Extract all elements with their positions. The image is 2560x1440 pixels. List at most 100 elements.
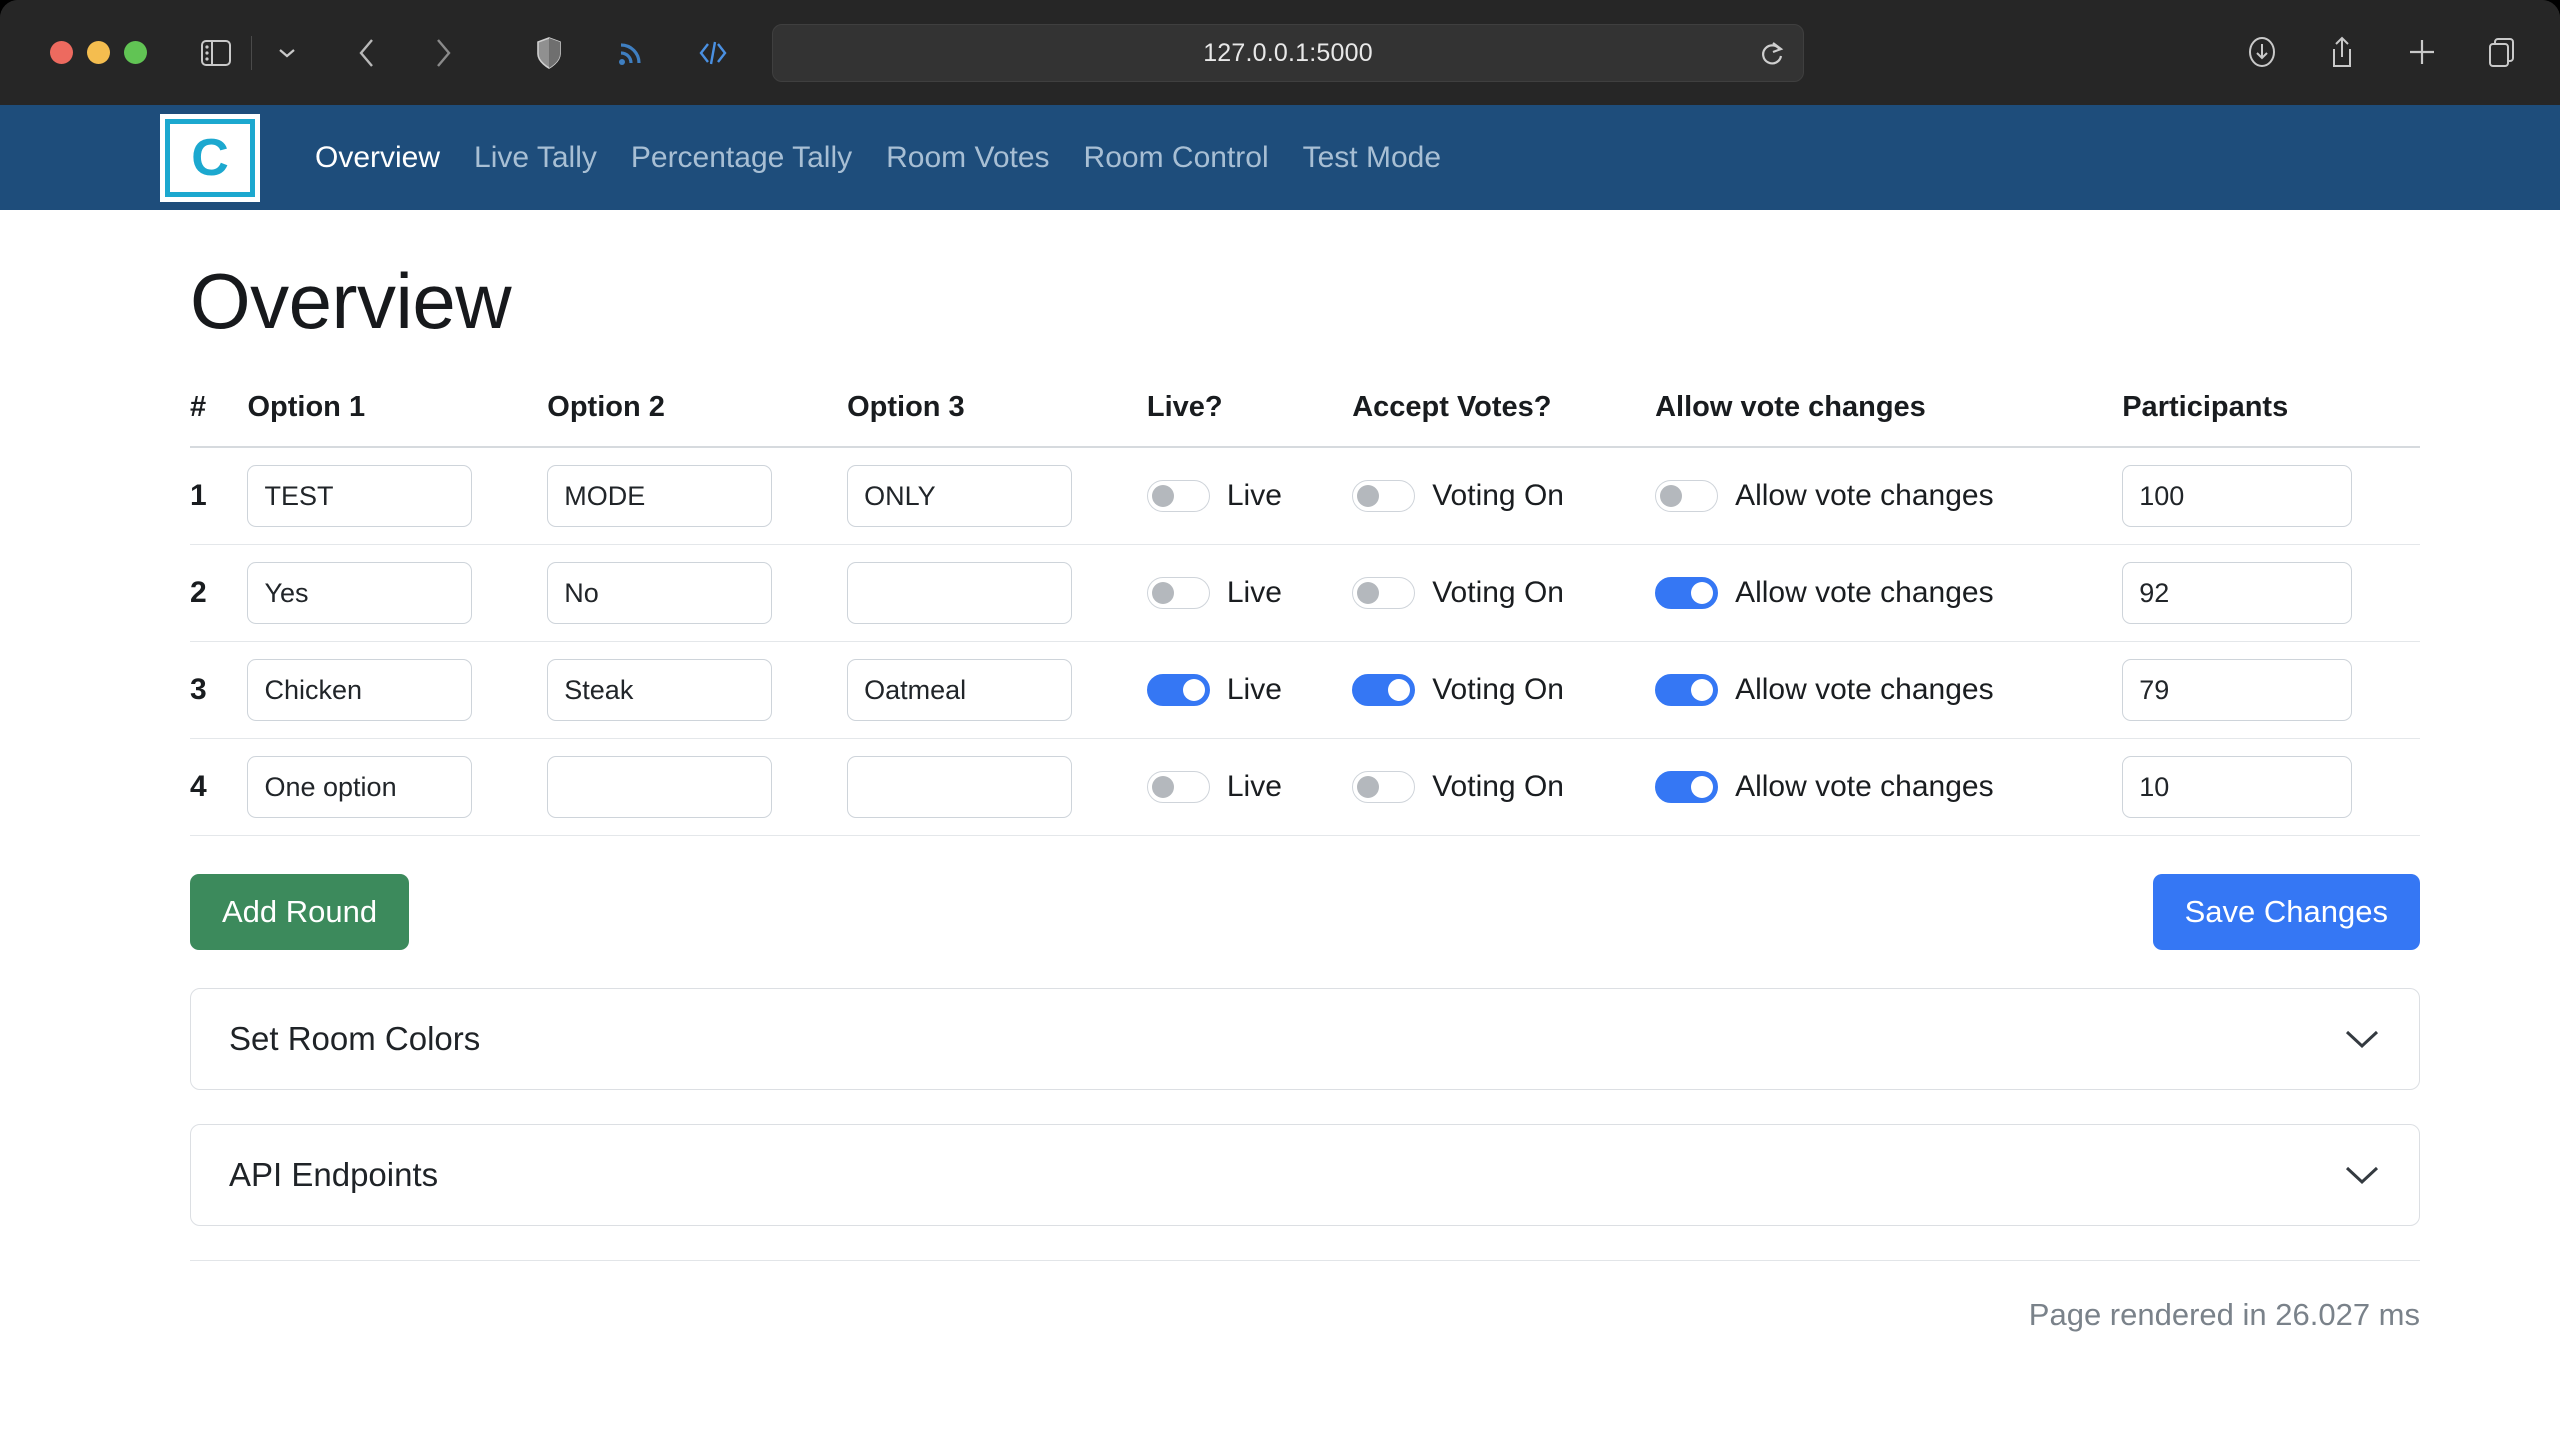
live-toggle-label: Live <box>1226 576 1282 609</box>
live-toggle[interactable] <box>1146 674 1210 706</box>
option-3-input[interactable] <box>847 465 1073 527</box>
address-bar[interactable]: 127.0.0.1:5000 <box>772 24 1804 82</box>
accept-votes-toggle[interactable] <box>1352 771 1416 803</box>
option-2-input[interactable] <box>547 562 773 624</box>
column-header-participants: Participants <box>2122 391 2289 423</box>
nav-link-room-votes[interactable]: Room Votes <box>869 141 1066 175</box>
nav-links: Overview Live Tally Percentage Tally Roo… <box>298 141 1458 175</box>
browser-window: 127.0.0.1:5000 C Overview Live Tally Per… <box>0 0 2560 1440</box>
live-toggle[interactable] <box>1146 577 1210 609</box>
allow-vote-changes-toggle[interactable] <box>1655 480 1719 512</box>
toggle-knob <box>1388 679 1411 701</box>
new-tab-icon[interactable] <box>2394 24 2450 80</box>
nav-link-live-tally[interactable]: Live Tally <box>457 141 614 175</box>
chevron-down-icon[interactable] <box>258 24 316 82</box>
sidebar-toggle-icon[interactable] <box>187 24 245 82</box>
table-row: 2 Live <box>190 544 2420 642</box>
accept-votes-cell: Voting On <box>1352 738 1656 836</box>
accept-votes-toggle-label: Voting On <box>1432 673 1564 706</box>
option-2-input[interactable] <box>547 659 773 721</box>
allow-vote-changes-cell: Allow vote changes <box>1655 544 2123 642</box>
accept-votes-toggle[interactable] <box>1352 480 1416 512</box>
toggle-knob <box>1691 582 1714 604</box>
accordion-item-api-endpoints[interactable]: API Endpoints <box>190 1124 2420 1226</box>
allow-vote-changes-toggle[interactable] <box>1655 577 1719 609</box>
close-window-button[interactable] <box>50 41 73 64</box>
content-container: Overview # Option 1 Option 2 Option 3 Li… <box>190 256 2420 1333</box>
toggle-knob <box>1151 485 1174 507</box>
web-page: C Overview Live Tally Percentage Tally R… <box>0 105 2560 1440</box>
reload-icon[interactable] <box>1759 39 1785 67</box>
participants-input[interactable] <box>2122 465 2353 527</box>
option-3-input[interactable] <box>847 659 1073 721</box>
nav-link-overview[interactable]: Overview <box>298 141 457 175</box>
column-header-live: Live? <box>1146 391 1223 423</box>
participants-input[interactable] <box>2122 562 2353 624</box>
save-changes-button[interactable]: Save Changes <box>2152 874 2420 950</box>
allow-vote-changes-toggle-label: Allow vote changes <box>1735 576 1994 609</box>
option-3-input[interactable] <box>847 562 1073 624</box>
option-1-input[interactable] <box>247 562 473 624</box>
accept-votes-cell: Voting On <box>1352 641 1656 739</box>
table-head: # Option 1 Option 2 Option 3 Live? Accep… <box>190 391 2420 447</box>
live-cell: Live <box>1146 738 1353 836</box>
forward-icon[interactable] <box>414 24 472 82</box>
option-2-input[interactable] <box>547 756 773 818</box>
option-1-cell <box>247 641 548 739</box>
tab-overview-icon[interactable] <box>2474 24 2530 80</box>
row-number-cell: 3 <box>190 641 248 739</box>
participants-input[interactable] <box>2122 756 2353 818</box>
nav-link-room-control[interactable]: Room Control <box>1067 141 1286 175</box>
table-row: 3 Live <box>190 641 2420 739</box>
chevron-down-icon[interactable] <box>2343 1163 2381 1187</box>
downloads-icon[interactable] <box>2234 24 2290 80</box>
live-toggle-label: Live <box>1226 479 1282 512</box>
page-title: Overview <box>190 257 512 345</box>
chevron-down-icon[interactable] <box>2343 1027 2381 1051</box>
allow-vote-changes-toggle-label: Allow vote changes <box>1735 770 1994 803</box>
logo-frame: C <box>165 118 255 197</box>
toggle-knob <box>1357 582 1380 604</box>
option-3-cell <box>847 544 1147 642</box>
row-number: 2 <box>190 576 207 609</box>
nav-link-test-mode[interactable]: Test Mode <box>1286 141 1458 175</box>
add-round-button[interactable]: Add Round <box>190 874 410 950</box>
nav-link-percentage-tally[interactable]: Percentage Tally <box>614 141 869 175</box>
option-3-input[interactable] <box>847 756 1073 818</box>
minimize-window-button[interactable] <box>87 41 110 64</box>
live-cell: Live <box>1146 641 1353 739</box>
option-1-input[interactable] <box>247 756 473 818</box>
action-button-row: Add Round Save Changes <box>190 874 2420 950</box>
accordion-item-set-room-colors[interactable]: Set Room Colors <box>190 988 2420 1090</box>
allow-vote-changes-toggle[interactable] <box>1655 771 1719 803</box>
toggle-knob <box>1660 485 1683 507</box>
row-number: 1 <box>190 479 207 512</box>
table-row: 1 Live <box>190 447 2420 545</box>
allow-vote-changes-toggle[interactable] <box>1655 674 1719 706</box>
toggle-knob <box>1182 679 1205 701</box>
share-icon[interactable] <box>2314 24 2370 80</box>
column-header-accept-votes: Accept Votes? <box>1352 391 1552 423</box>
maximize-window-button[interactable] <box>124 41 147 64</box>
code-icon[interactable] <box>684 24 742 82</box>
accept-votes-cell: Voting On <box>1352 544 1656 642</box>
column-header-option-3: Option 3 <box>847 391 965 423</box>
column-header-option-2: Option 2 <box>547 391 665 423</box>
option-2-cell <box>547 641 848 739</box>
live-toggle-label: Live <box>1226 673 1282 706</box>
accept-votes-toggle[interactable] <box>1352 577 1416 609</box>
live-toggle[interactable] <box>1146 480 1210 512</box>
accept-votes-toggle[interactable] <box>1352 674 1416 706</box>
rss-icon[interactable] <box>602 24 660 82</box>
option-1-cell <box>247 544 548 642</box>
live-toggle[interactable] <box>1146 771 1210 803</box>
live-toggle-label: Live <box>1226 770 1282 803</box>
shield-icon[interactable] <box>520 24 578 82</box>
site-logo[interactable]: C <box>160 113 260 202</box>
logo-letter: C <box>191 128 229 187</box>
option-1-input[interactable] <box>247 659 473 721</box>
option-1-input[interactable] <box>247 465 473 527</box>
back-icon[interactable] <box>338 24 396 82</box>
option-2-input[interactable] <box>547 465 773 527</box>
participants-input[interactable] <box>2122 659 2353 721</box>
